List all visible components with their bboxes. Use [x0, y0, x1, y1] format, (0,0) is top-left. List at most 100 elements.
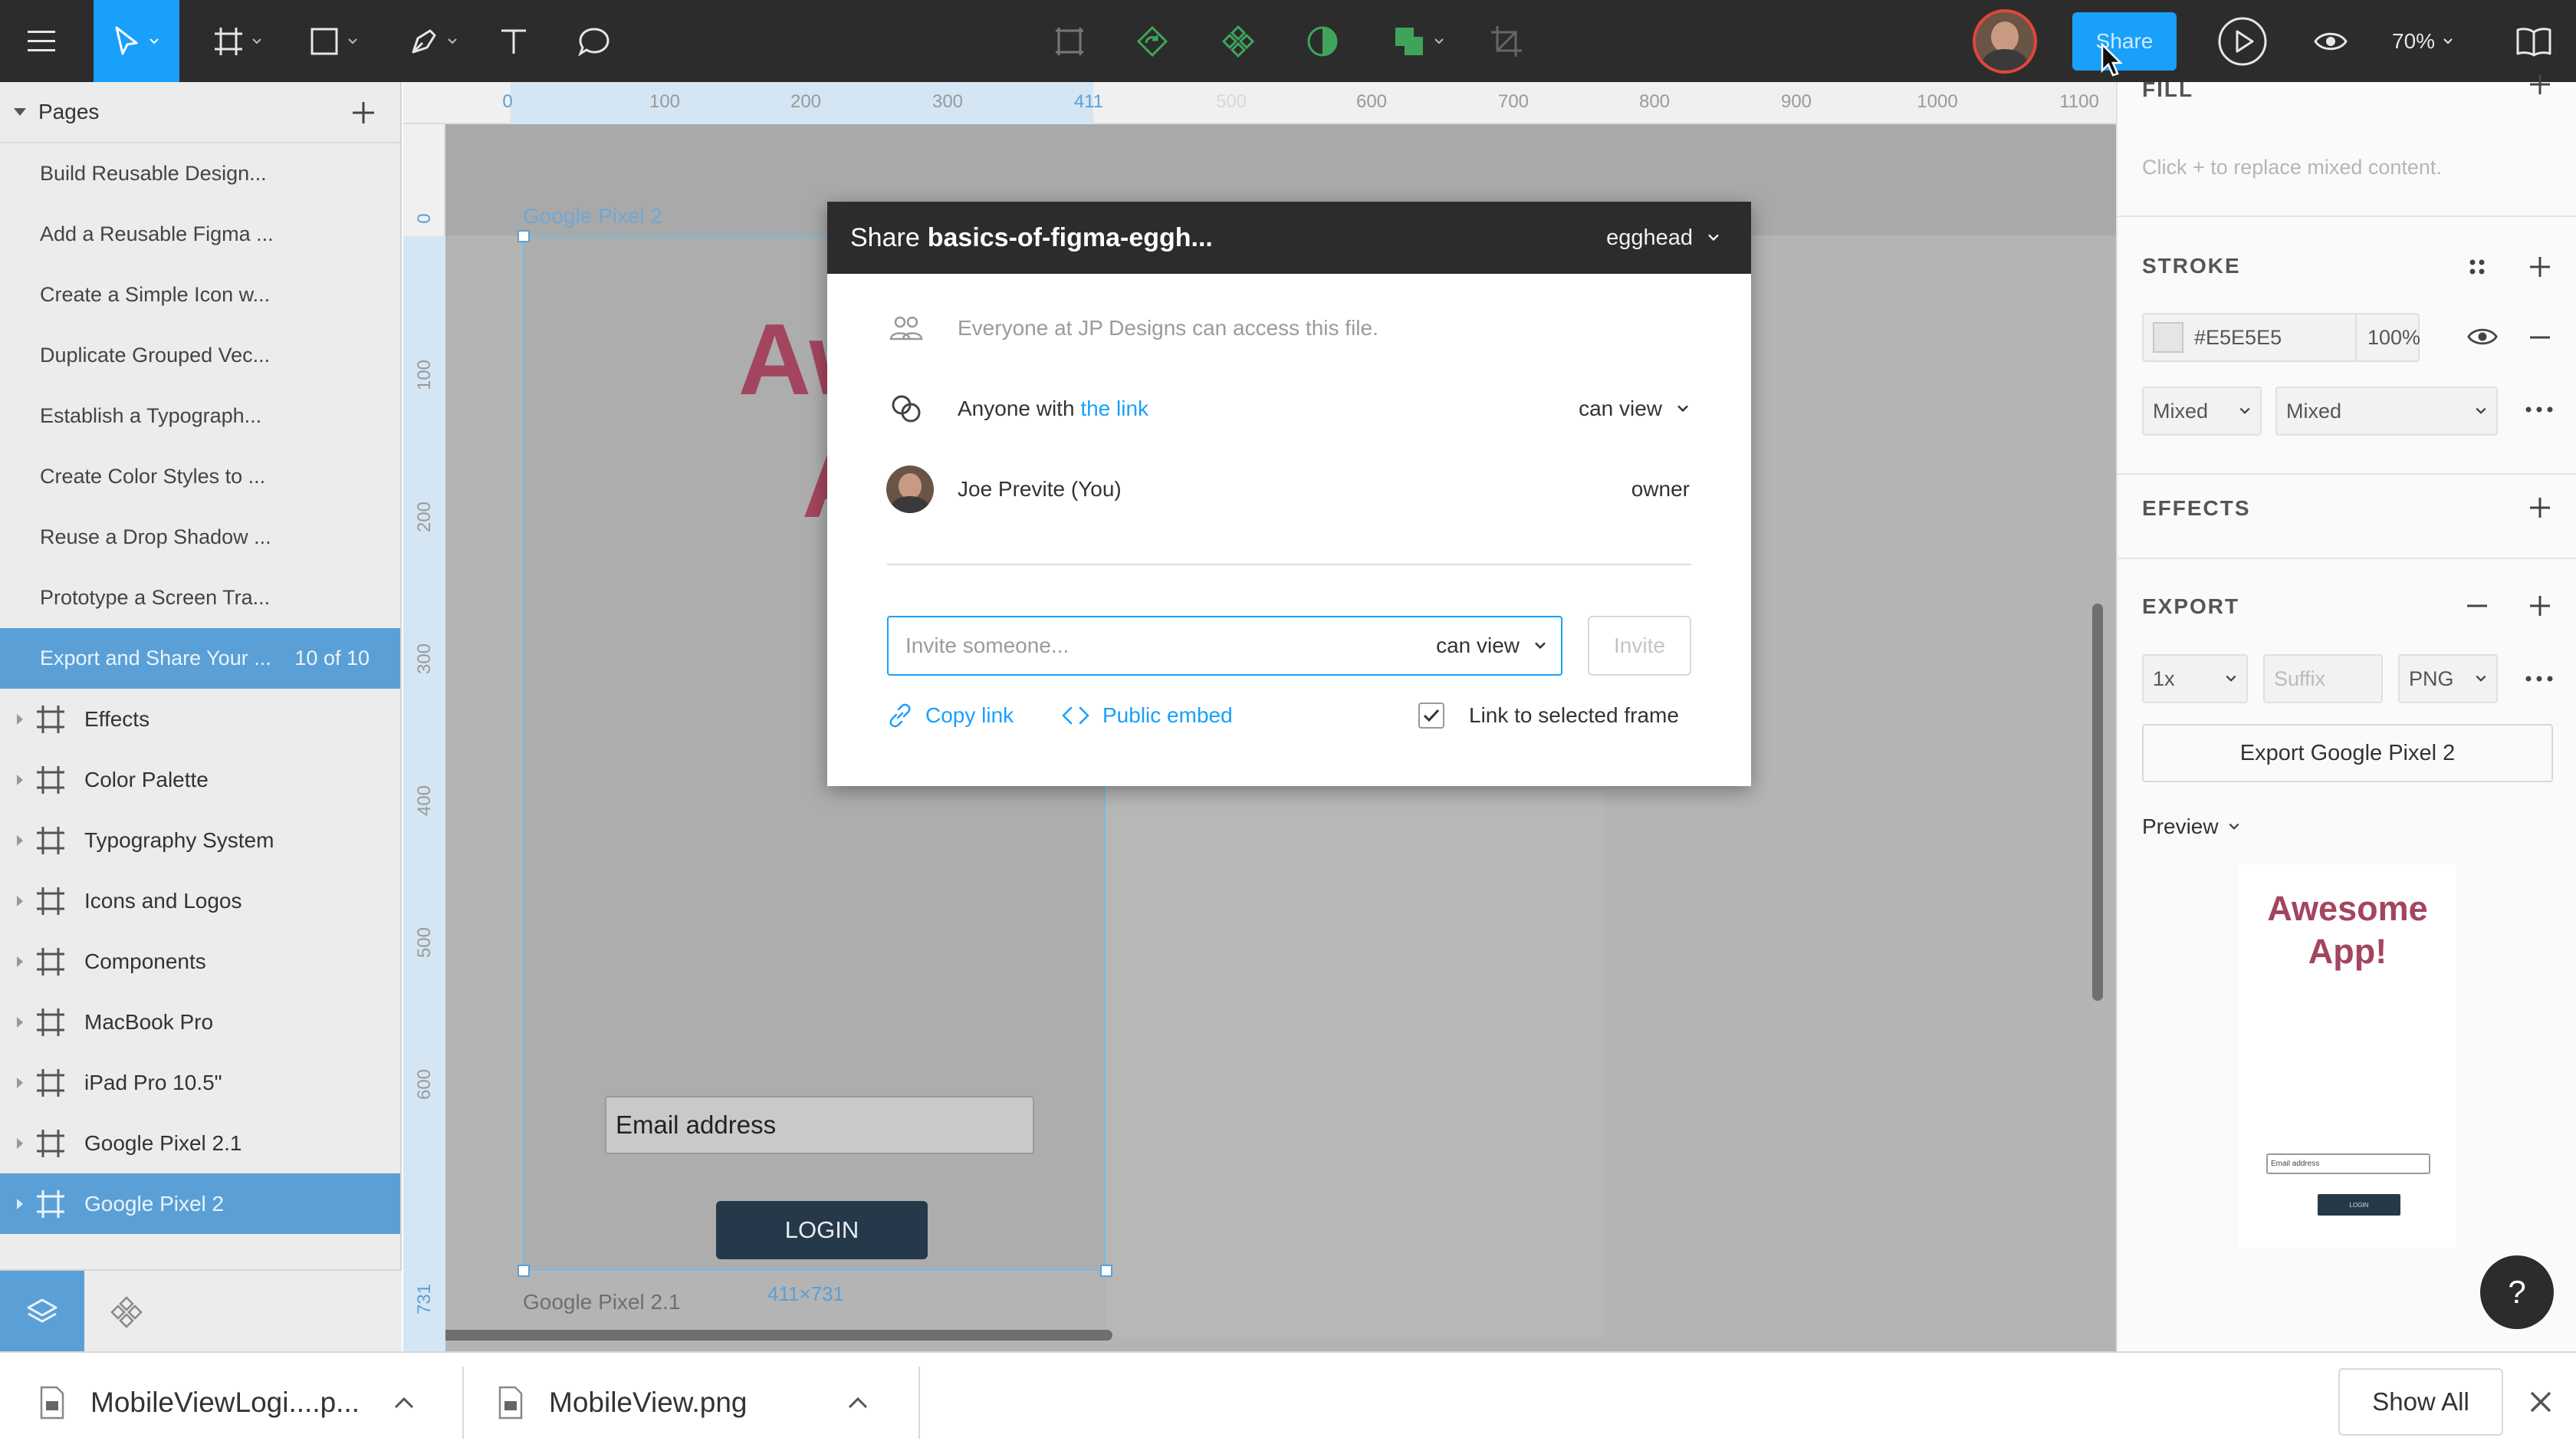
layer-row[interactable]: iPad Pro 10.5": [0, 1052, 400, 1113]
page-item-active[interactable]: Export and Share Your ... 10 of 10: [0, 628, 400, 689]
add-page-plus-icon[interactable]: [348, 97, 379, 128]
link-selected-frame-checkbox[interactable]: [1418, 702, 1444, 729]
pages-header[interactable]: Pages: [0, 82, 400, 143]
view-settings-button[interactable]: [2300, 0, 2361, 82]
export-suffix-input[interactable]: Suffix: [2263, 654, 2383, 703]
layer-row[interactable]: Components: [0, 931, 400, 992]
frame-icon: [37, 947, 64, 976]
crop-button[interactable]: [1480, 0, 1533, 82]
share-button[interactable]: Share: [2072, 12, 2177, 71]
the-link[interactable]: the link: [1080, 396, 1148, 420]
more-options-icon[interactable]: [2524, 404, 2555, 415]
move-tool-button[interactable]: [94, 0, 179, 82]
close-icon[interactable]: [2522, 1384, 2559, 1420]
assets-tab[interactable]: [84, 1271, 169, 1353]
download-item[interactable]: MobileView.png: [497, 1353, 869, 1451]
pen-tool-button[interactable]: [395, 0, 472, 82]
page-item[interactable]: Reuse a Drop Shadow ...: [0, 507, 400, 568]
expand-triangle-icon[interactable]: [17, 895, 23, 906]
stroke-color-field[interactable]: #E5E5E5 100%: [2142, 313, 2420, 362]
page-item[interactable]: Prototype a Screen Tra...: [0, 568, 400, 628]
vertical-scrollbar[interactable]: [2092, 604, 2103, 1001]
invite-permission-dropdown[interactable]: can view: [1436, 617, 1547, 674]
stroke-align-select[interactable]: Mixed: [2142, 387, 2262, 436]
layer-row[interactable]: Typography System: [0, 810, 400, 870]
resize-handle[interactable]: [1100, 1265, 1112, 1277]
public-embed-button[interactable]: Public embed: [1061, 693, 1233, 739]
stroke-opacity-value[interactable]: 100%: [2367, 326, 2420, 350]
export-scale-select[interactable]: 1x: [2142, 654, 2248, 703]
page-item[interactable]: Duplicate Grouped Vec...: [0, 325, 400, 386]
zoom-dropdown[interactable]: 70%: [2392, 0, 2453, 82]
page-item[interactable]: Create Color Styles to ...: [0, 446, 400, 507]
expand-triangle-icon[interactable]: [17, 1137, 23, 1149]
layer-row[interactable]: Icons and Logos: [0, 870, 400, 931]
chevron-up-icon[interactable]: [393, 1396, 415, 1410]
eye-visibility-icon[interactable]: [2467, 326, 2498, 347]
expand-triangle-icon[interactable]: [17, 956, 23, 967]
export-frame-button[interactable]: Export Google Pixel 2: [2142, 724, 2553, 782]
export-format-select[interactable]: PNG: [2398, 654, 2498, 703]
show-all-button[interactable]: Show All: [2338, 1368, 2503, 1436]
team-dropdown[interactable]: egghead: [1606, 202, 1720, 274]
page-item[interactable]: Create a Simple Icon w...: [0, 265, 400, 325]
add-stroke-plus-icon[interactable]: [2527, 254, 2553, 280]
expand-triangle-icon[interactable]: [17, 1016, 23, 1028]
link-selected-frame-toggle[interactable]: Link to selected frame: [1418, 693, 1679, 739]
resize-handle[interactable]: [518, 1265, 530, 1277]
stroke-color-swatch[interactable]: [2153, 322, 2183, 353]
ruler-tick: 1100: [2059, 91, 2099, 112]
frame-label-google-pixel-2-1[interactable]: Google Pixel 2.1: [523, 1290, 680, 1314]
layer-row[interactable]: Google Pixel 2.1: [0, 1113, 400, 1173]
frame-tool-button[interactable]: [199, 0, 276, 82]
layer-row-selected[interactable]: Google Pixel 2: [0, 1173, 400, 1234]
library-button[interactable]: [2499, 0, 2568, 82]
add-effect-plus-icon[interactable]: [2527, 495, 2553, 521]
frame-label-google-pixel-2[interactable]: Google Pixel 2: [523, 204, 662, 229]
expand-triangle-icon[interactable]: [17, 713, 23, 725]
invite-button[interactable]: Invite: [1588, 616, 1691, 676]
resize-handle[interactable]: [518, 230, 530, 242]
expand-triangle-icon[interactable]: [17, 834, 23, 846]
rectangle-tool-button[interactable]: [295, 0, 372, 82]
invite-input[interactable]: Invite someone... can view: [887, 616, 1562, 676]
layer-row[interactable]: Color Palette: [0, 749, 400, 810]
link-permission-dropdown[interactable]: can view: [1579, 396, 1690, 421]
remove-export-minus-icon[interactable]: [2464, 593, 2490, 619]
more-options-icon[interactable]: [2524, 673, 2555, 684]
page-item[interactable]: Build Reusable Design...: [0, 143, 400, 204]
chevron-up-icon[interactable]: [847, 1396, 869, 1410]
copy-link-button[interactable]: Copy link: [887, 693, 1014, 739]
preview-toggle[interactable]: Preview: [2142, 814, 2240, 839]
expand-triangle-icon[interactable]: [17, 774, 23, 785]
present-button[interactable]: [2212, 0, 2273, 82]
expand-triangle-icon[interactable]: [17, 1077, 23, 1088]
component-button[interactable]: [1211, 0, 1265, 82]
mask-button[interactable]: [1296, 0, 1349, 82]
style-grid-icon[interactable]: [2464, 254, 2490, 280]
main-menu-button[interactable]: [0, 0, 82, 82]
layer-row[interactable]: MacBook Pro: [0, 992, 400, 1052]
comment-tool-button[interactable]: [564, 0, 625, 82]
share-dialog: Share basics-of-figma-eggh... egghead Ev…: [827, 202, 1751, 786]
text-tool-button[interactable]: [483, 0, 544, 82]
page-item[interactable]: Add a Reusable Figma ...: [0, 204, 400, 265]
expand-triangle-icon[interactable]: [17, 1198, 23, 1209]
boolean-operation-button[interactable]: [1384, 0, 1453, 82]
horizontal-scrollbar[interactable]: [445, 1330, 1112, 1341]
add-fill-plus-icon[interactable]: [2527, 71, 2553, 97]
dialog-file-name: basics-of-figma-eggh...: [927, 222, 1213, 252]
email-input[interactable]: Email address: [605, 1096, 1034, 1154]
create-component-button[interactable]: [1043, 0, 1096, 82]
layers-tab[interactable]: [0, 1271, 84, 1353]
login-button[interactable]: LOGIN: [716, 1201, 928, 1259]
stroke-weight-select[interactable]: Mixed: [2275, 387, 2498, 436]
download-item[interactable]: MobileViewLogi....p...: [38, 1353, 415, 1451]
page-item[interactable]: Establish a Typograph...: [0, 386, 400, 446]
add-export-plus-icon[interactable]: [2527, 593, 2553, 619]
help-button[interactable]: ?: [2480, 1255, 2554, 1329]
layer-row[interactable]: Effects: [0, 689, 400, 749]
remove-stroke-minus-icon[interactable]: [2527, 324, 2553, 350]
user-avatar-button[interactable]: [1970, 0, 2039, 82]
reset-instance-button[interactable]: [1125, 0, 1179, 82]
